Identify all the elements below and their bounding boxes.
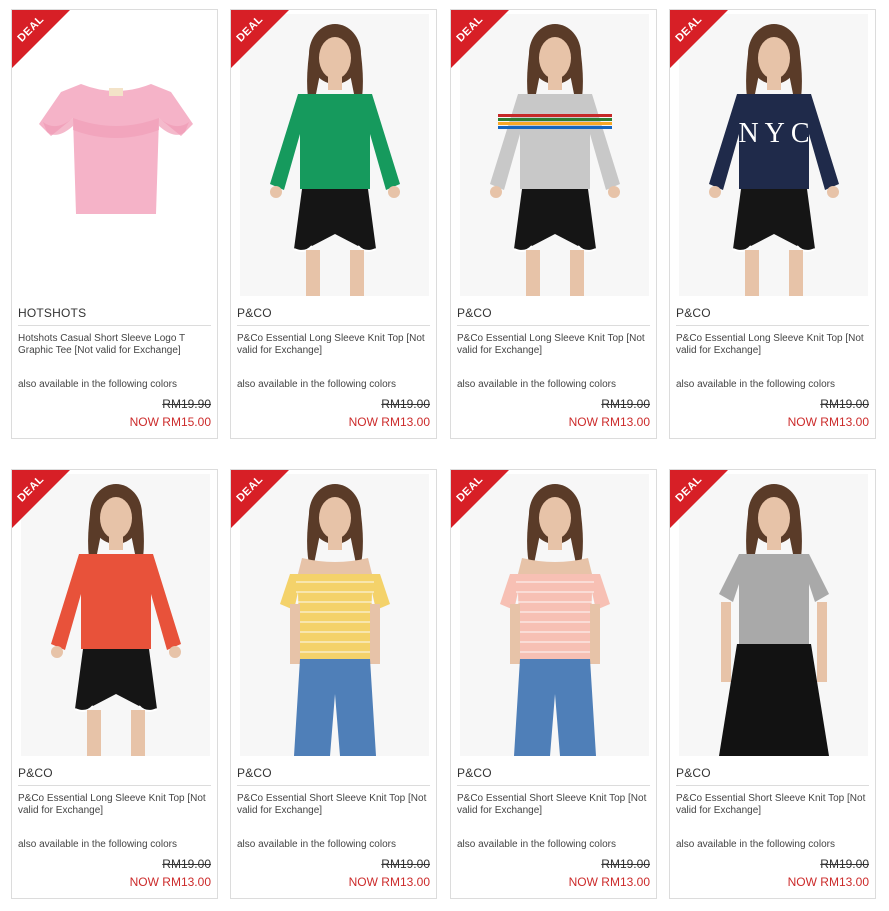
sale-price: NOW RM13.00 bbox=[568, 875, 650, 889]
sale-price: NOW RM13.00 bbox=[348, 415, 430, 429]
original-price: RM19.90 bbox=[162, 397, 211, 411]
product-brand[interactable]: P&CO bbox=[676, 306, 711, 320]
color-availability-text: also available in the following colors bbox=[676, 379, 835, 390]
product-brand[interactable]: P&CO bbox=[237, 766, 272, 780]
color-availability-text: also available in the following colors bbox=[18, 379, 177, 390]
deal-badge: DEAL bbox=[451, 10, 510, 69]
product-card[interactable]: DEAL P&CO P&Co Essential Short Sleeve Knit… bbox=[669, 469, 876, 899]
product-name[interactable]: P&Co Essential Long Sleeve Knit Top [Not… bbox=[237, 333, 430, 357]
product-card[interactable]: DEAL P&CO P&Co Essential Short Sleeve Knit… bbox=[230, 469, 437, 899]
product-card[interactable]: DEAL HOTSHOTS Hotshots Casual Short Sleeve… bbox=[11, 9, 218, 439]
product-name[interactable]: P&Co Essential Long Sleeve Knit Top [Not… bbox=[676, 333, 869, 357]
divider bbox=[457, 325, 650, 326]
product-name[interactable]: P&Co Essential Long Sleeve Knit Top [Not… bbox=[18, 793, 211, 817]
product-brand[interactable]: P&CO bbox=[457, 306, 492, 320]
divider bbox=[237, 325, 430, 326]
original-price: RM19.00 bbox=[162, 857, 211, 871]
divider bbox=[457, 785, 650, 786]
product-card[interactable]: DEAL P&CO P&Co Essential Long Sleeve Knit … bbox=[11, 469, 218, 899]
deal-badge: DEAL bbox=[451, 470, 510, 529]
svg-text:N Y C: N Y C bbox=[738, 118, 809, 149]
deal-badge: DEAL bbox=[231, 10, 290, 69]
divider bbox=[237, 785, 430, 786]
product-name[interactable]: P&Co Essential Short Sleeve Knit Top [No… bbox=[457, 793, 650, 817]
sale-price: NOW RM13.00 bbox=[787, 875, 869, 889]
original-price: RM19.00 bbox=[601, 857, 650, 871]
product-brand[interactable]: P&CO bbox=[676, 766, 711, 780]
product-name[interactable]: P&Co Essential Short Sleeve Knit Top [No… bbox=[676, 793, 869, 817]
original-price: RM19.00 bbox=[381, 857, 430, 871]
sale-price: NOW RM15.00 bbox=[129, 415, 211, 429]
product-card[interactable]: DEAL P&CO P&Co Essential Short Sleeve Knit… bbox=[450, 469, 657, 899]
deal-badge: DEAL bbox=[670, 10, 729, 69]
sale-price: NOW RM13.00 bbox=[568, 415, 650, 429]
original-price: RM19.00 bbox=[381, 397, 430, 411]
divider bbox=[676, 785, 869, 786]
divider bbox=[676, 325, 869, 326]
color-availability-text: also available in the following colors bbox=[237, 379, 396, 390]
deal-badge: DEAL bbox=[670, 470, 729, 529]
sale-price: NOW RM13.00 bbox=[787, 415, 869, 429]
original-price: RM19.00 bbox=[820, 397, 869, 411]
deal-badge: DEAL bbox=[231, 470, 290, 529]
divider bbox=[18, 325, 211, 326]
product-card[interactable]: DEAL P&CO P&Co Essential Long Sleeve Knit … bbox=[450, 9, 657, 439]
color-availability-text: also available in the following colors bbox=[18, 839, 177, 850]
product-brand[interactable]: P&CO bbox=[237, 306, 272, 320]
sale-price: NOW RM13.00 bbox=[129, 875, 211, 889]
color-availability-text: also available in the following colors bbox=[237, 839, 396, 850]
product-card[interactable]: DEAL P&CO P&Co Essential Long Sleeve Knit … bbox=[230, 9, 437, 439]
sale-price: NOW RM13.00 bbox=[348, 875, 430, 889]
original-price: RM19.00 bbox=[820, 857, 869, 871]
color-availability-text: also available in the following colors bbox=[457, 379, 616, 390]
divider bbox=[18, 785, 211, 786]
original-price: RM19.00 bbox=[601, 397, 650, 411]
product-card[interactable]: N Y C DEAL P&CO P&Co Essential Long Sleeve … bbox=[669, 9, 876, 439]
deal-badge: DEAL bbox=[12, 10, 71, 69]
product-name[interactable]: P&Co Essential Short Sleeve Knit Top [No… bbox=[237, 793, 430, 817]
deal-badge: DEAL bbox=[12, 470, 71, 529]
product-name[interactable]: P&Co Essential Long Sleeve Knit Top [Not… bbox=[457, 333, 650, 357]
color-availability-text: also available in the following colors bbox=[457, 839, 616, 850]
product-brand[interactable]: P&CO bbox=[18, 766, 53, 780]
product-brand[interactable]: HOTSHOTS bbox=[18, 306, 86, 320]
color-availability-text: also available in the following colors bbox=[676, 839, 835, 850]
product-brand[interactable]: P&CO bbox=[457, 766, 492, 780]
product-name[interactable]: Hotshots Casual Short Sleeve Logo T Grap… bbox=[18, 333, 211, 357]
